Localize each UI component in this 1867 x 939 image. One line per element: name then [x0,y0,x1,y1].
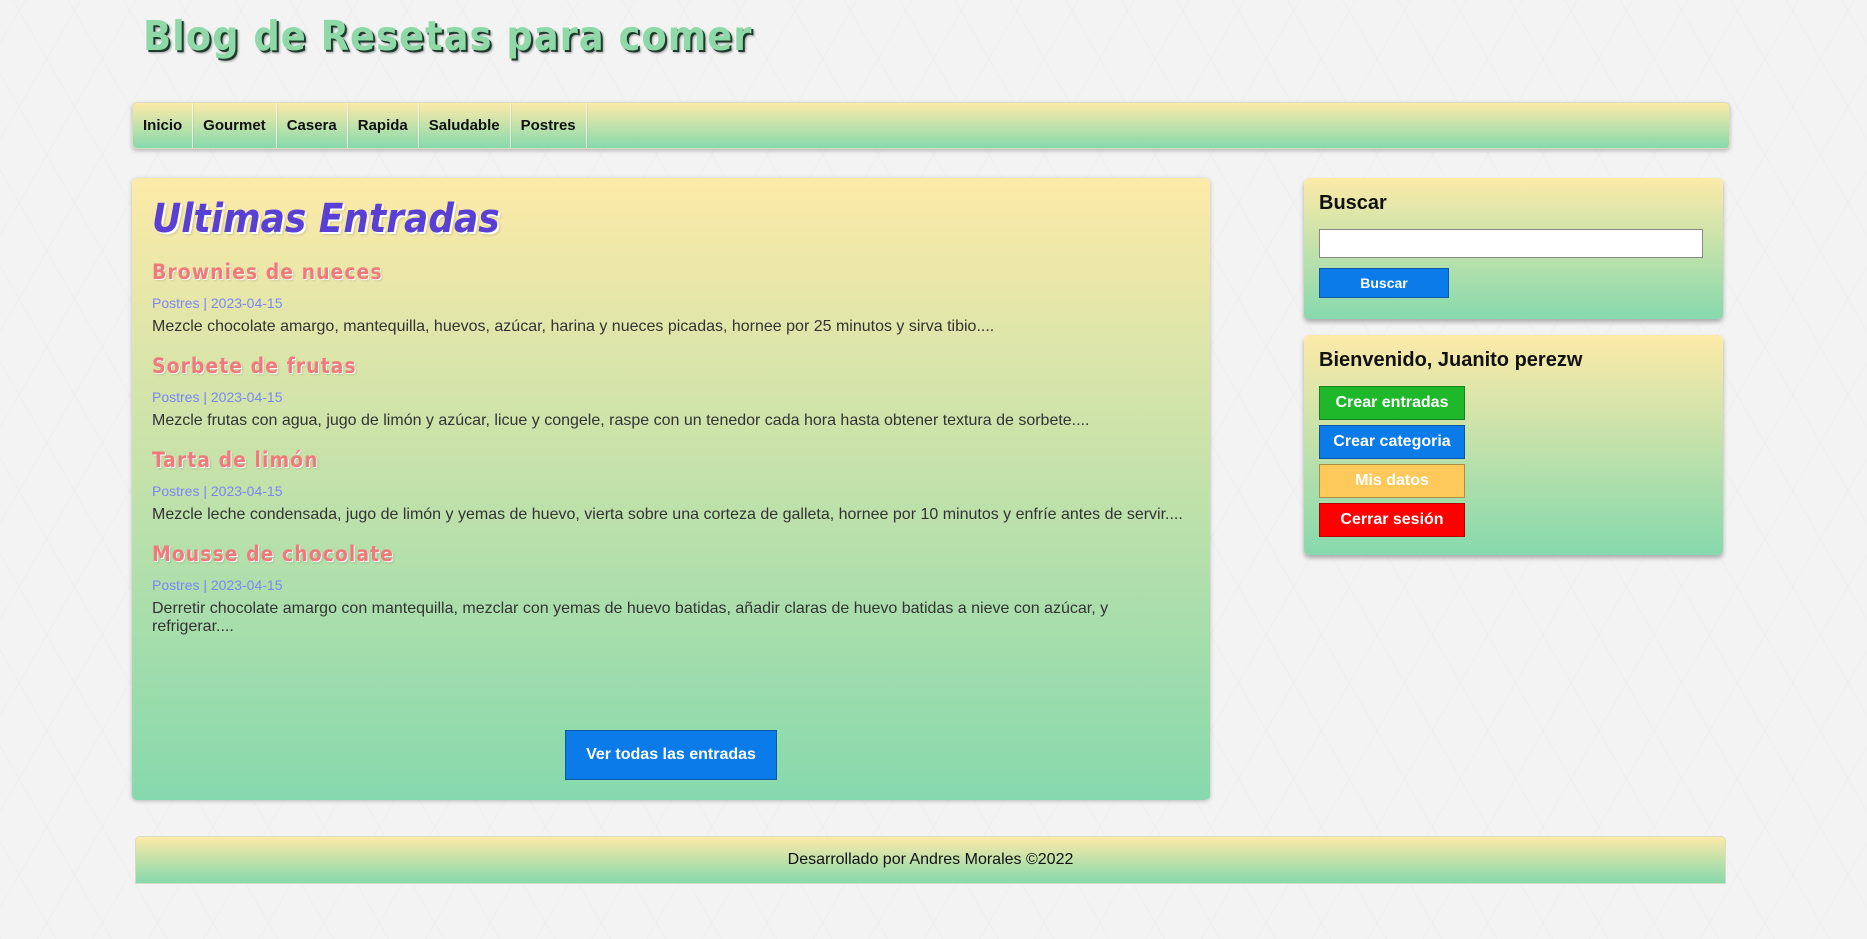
entry-title[interactable]: Tarta de limón [152,448,1190,472]
search-button[interactable]: Buscar [1319,268,1449,298]
entry-meta: Postres | 2023-04-15 [152,483,283,499]
nav-item-saludable[interactable]: Saludable [419,103,511,148]
entry-title[interactable]: Mousse de chocolate [152,542,1190,566]
entry-item: Brownies de nueces Postres | 2023-04-15 … [152,260,1190,336]
logout-button[interactable]: Cerrar sesión [1319,503,1465,537]
entry-meta: Postres | 2023-04-15 [152,577,283,593]
entry-item: Tarta de limón Postres | 2023-04-15 Mezc… [152,448,1190,524]
latest-entries-title: Ultimas Entradas [152,196,500,242]
entry-title[interactable]: Sorbete de frutas [152,354,1190,378]
nav-item-casera[interactable]: Casera [277,103,348,148]
entry-excerpt: Mezcle frutas con agua, jugo de limón y … [152,412,1090,429]
entry-meta: Postres | 2023-04-15 [152,295,283,311]
main-navbar: Inicio Gourmet Casera Rapida Saludable P… [132,102,1730,149]
latest-entries-panel: Ultimas Entradas Brownies de nueces Post… [132,178,1210,800]
nav-item-postres[interactable]: Postres [511,103,587,148]
entry-item: Mousse de chocolate Postres | 2023-04-15… [152,542,1190,636]
search-title: Buscar [1319,192,1387,214]
user-panel: Bienvenido, Juanito perezw Crear entrada… [1304,335,1723,555]
nav-item-gourmet[interactable]: Gourmet [193,103,277,148]
my-data-button[interactable]: Mis datos [1319,464,1465,498]
site-footer: Desarrollado por Andres Morales ©2022 [135,836,1726,884]
search-input[interactable] [1319,229,1703,258]
entry-title[interactable]: Brownies de nueces [152,260,1190,284]
create-category-button[interactable]: Crear categoria [1319,425,1465,459]
entry-excerpt: Derretir chocolate amargo con mantequill… [152,600,1109,635]
footer-text: Desarrollado por Andres Morales ©2022 [787,851,1074,868]
entry-excerpt: Mezcle leche condensada, jugo de limón y… [152,506,1183,523]
entry-meta: Postres | 2023-04-15 [152,389,283,405]
nav-item-rapida[interactable]: Rapida [348,103,419,148]
entry-item: Sorbete de frutas Postres | 2023-04-15 M… [152,354,1190,430]
entry-excerpt: Mezcle chocolate amargo, mantequilla, hu… [152,318,995,335]
nav-item-inicio[interactable]: Inicio [133,103,194,148]
search-panel: Buscar Buscar [1304,178,1723,319]
welcome-text: Bienvenido, Juanito perezw [1319,349,1583,371]
create-entry-button[interactable]: Crear entradas [1319,386,1465,420]
site-title: Blog de Resetas para comer [143,12,753,60]
view-all-entries-button[interactable]: Ver todas las entradas [565,730,777,780]
